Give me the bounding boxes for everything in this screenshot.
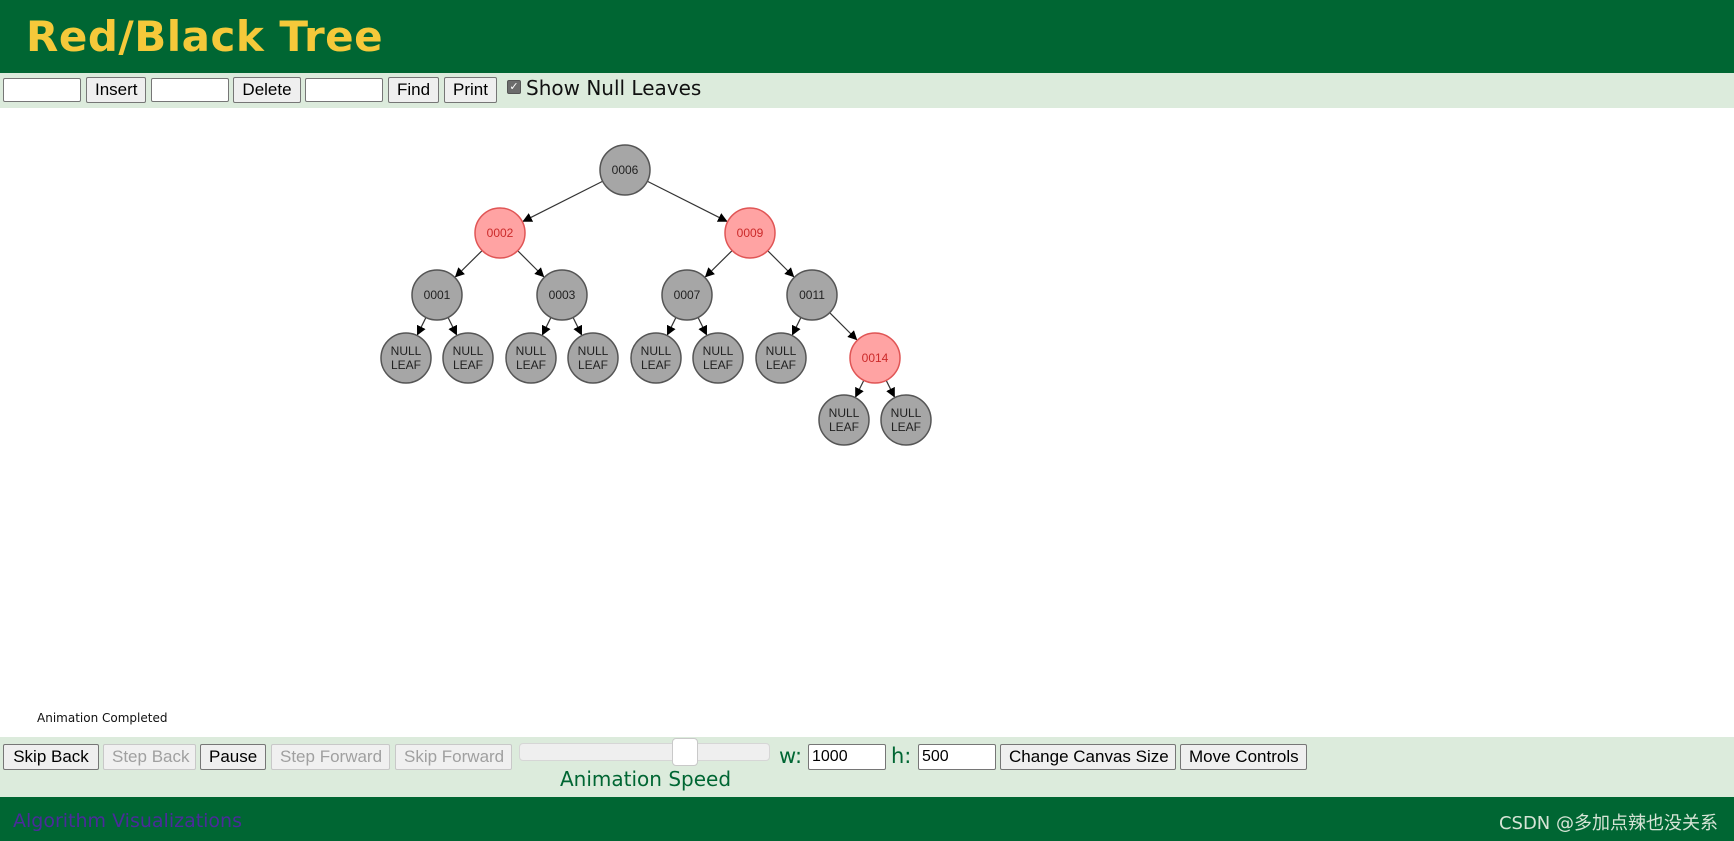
tree-node-label: LEAF xyxy=(578,358,608,372)
tree-node-0002: 0002 xyxy=(474,207,526,259)
step-back-button[interactable]: Step Back xyxy=(103,744,196,770)
app-footer xyxy=(0,797,1734,841)
height-label: h: xyxy=(891,744,912,768)
animation-speed-slider[interactable] xyxy=(519,743,770,761)
tree-edge xyxy=(572,317,583,336)
tree-edge xyxy=(885,380,895,398)
status-message: Animation Completed xyxy=(37,711,168,725)
insert-button[interactable]: Insert xyxy=(86,77,146,103)
tree-edge xyxy=(522,180,603,222)
tree-edge xyxy=(791,317,802,336)
tree-edge xyxy=(647,180,728,222)
pause-button[interactable]: Pause xyxy=(200,744,266,770)
tree-node-0003: 0003 xyxy=(536,269,588,321)
tree-edge xyxy=(666,317,677,336)
null-leaf-node: NULLLEAF xyxy=(505,332,557,384)
tree-edge xyxy=(517,250,545,278)
tree-node-0014: 0014 xyxy=(849,332,901,384)
tree-edge xyxy=(829,312,858,341)
skip-forward-button[interactable]: Skip Forward xyxy=(395,744,512,770)
tree-edge xyxy=(541,317,552,336)
tree-node-label: LEAF xyxy=(641,358,671,372)
tree-node-0011: 0011 xyxy=(786,269,838,321)
find-button[interactable]: Find xyxy=(388,77,439,103)
tree-node-label: 0011 xyxy=(799,288,825,302)
width-label: w: xyxy=(779,744,803,768)
tree-node-label: NULL xyxy=(453,344,484,358)
tree-node-0007: 0007 xyxy=(661,269,713,321)
tree-node-label: NULL xyxy=(829,406,860,420)
tree-node-label: LEAF xyxy=(703,358,733,372)
delete-button[interactable]: Delete xyxy=(233,77,301,103)
null-leaf-node: NULLLEAF xyxy=(692,332,744,384)
tree-canvas: 00060002 00090001 0003 0007 00110014NULLLEAF… xyxy=(380,144,932,446)
tree-node-label: 0007 xyxy=(674,288,701,302)
canvas-height-input[interactable] xyxy=(918,744,996,770)
tree-node-label: 0002 xyxy=(487,226,514,240)
null-leaf-node: NULLLEAF xyxy=(380,332,432,384)
skip-back-button[interactable]: Skip Back xyxy=(3,744,99,770)
tree-node-label: NULL xyxy=(516,344,547,358)
tree-node-0001: 0001 xyxy=(411,269,463,321)
algorithm-visualizations-link[interactable]: Algorithm Visualizations xyxy=(13,810,242,832)
move-controls-button[interactable]: Move Controls xyxy=(1180,744,1307,770)
tree-node-label: NULL xyxy=(391,344,422,358)
app-header: Red/Black Tree xyxy=(0,0,1734,73)
tree-node-0009: 0009 xyxy=(724,207,776,259)
print-button[interactable]: Print xyxy=(444,77,497,103)
animation-speed-slider-thumb[interactable] xyxy=(672,738,698,766)
watermark: CSDN @多加点辣也没关系 xyxy=(1498,813,1718,834)
step-forward-button[interactable]: Step Forward xyxy=(271,744,390,770)
tree-edge xyxy=(704,250,733,278)
tree-node-label: NULL xyxy=(641,344,672,358)
show-null-leaves-label: Show Null Leaves xyxy=(526,76,702,100)
tree-node-label: 0001 xyxy=(424,288,451,302)
tree-node-label: LEAF xyxy=(391,358,421,372)
tree-node-label: NULL xyxy=(578,344,609,358)
null-leaf-node: NULLLEAF xyxy=(630,332,682,384)
tree-node-label: LEAF xyxy=(453,358,483,372)
tree-node-label: 0009 xyxy=(737,226,764,240)
null-leaf-node: NULLLEAF xyxy=(880,394,932,446)
tree-node-label: 0006 xyxy=(612,163,639,177)
tree-edge xyxy=(855,380,865,398)
tree-edge xyxy=(697,317,708,336)
null-leaf-node: NULLLEAF xyxy=(442,332,494,384)
tree-node-0006: 0006 xyxy=(599,144,651,196)
tree-edge xyxy=(447,317,458,336)
animation-speed-label: Animation Speed xyxy=(560,767,732,791)
tree-edge xyxy=(416,317,427,336)
tree-node-label: LEAF xyxy=(891,420,921,434)
insert-input[interactable] xyxy=(3,78,81,102)
canvas-width-input[interactable] xyxy=(808,744,886,770)
tree-node-label: LEAF xyxy=(829,420,859,434)
tree-node-label: NULL xyxy=(766,344,797,358)
tree-node-label: 0014 xyxy=(862,351,889,365)
tree-node-label: NULL xyxy=(891,406,922,420)
page-title: Red/Black Tree xyxy=(26,12,384,61)
delete-input[interactable] xyxy=(151,78,229,102)
tree-edge xyxy=(767,250,795,278)
find-input[interactable] xyxy=(305,78,383,102)
tree-node-label: 0003 xyxy=(549,288,576,302)
null-leaf-node: NULLLEAF xyxy=(567,332,619,384)
show-null-leaves-checkbox[interactable]: ✓ xyxy=(507,80,521,94)
tree-node-label: NULL xyxy=(703,344,734,358)
tree-edge xyxy=(454,250,483,278)
null-leaf-node: NULLLEAF xyxy=(755,332,807,384)
tree-node-label: LEAF xyxy=(516,358,546,372)
null-leaf-node: NULLLEAF xyxy=(818,394,870,446)
tree-node-label: LEAF xyxy=(766,358,796,372)
change-canvas-size-button[interactable]: Change Canvas Size xyxy=(1000,744,1176,770)
